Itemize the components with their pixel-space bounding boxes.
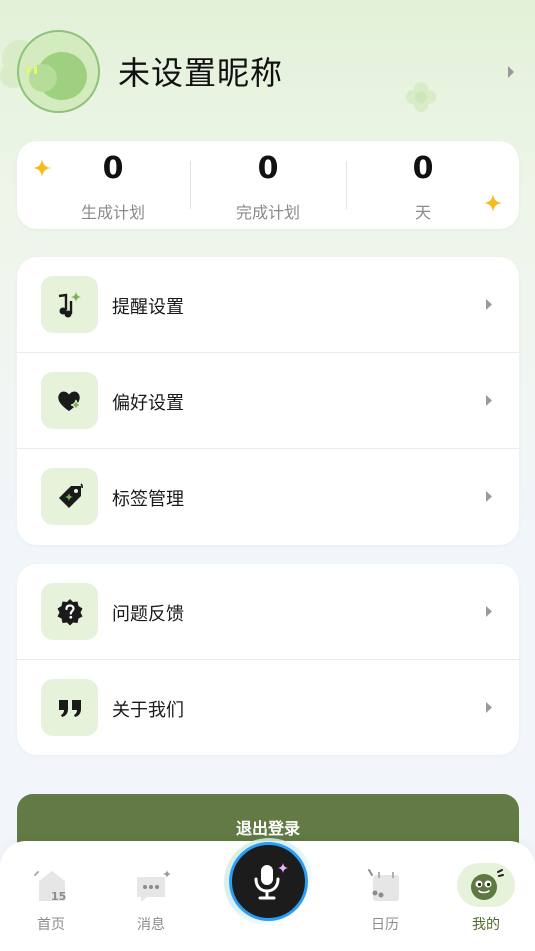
tab-label: 消息 (137, 917, 165, 933)
tab-calendar[interactable]: 日历 (345, 841, 425, 951)
stats-card: 0 生成计划 0 完成计划 0 天 (17, 141, 519, 229)
avatar[interactable] (17, 30, 100, 113)
menu-item-preference-settings[interactable]: 偏好设置 (17, 353, 519, 449)
tab-messages[interactable]: 消息 (111, 841, 191, 951)
tab-label: 日历 (371, 917, 399, 933)
support-card: 问题反馈 关于我们 (17, 564, 519, 755)
profile-header[interactable]: 未设置昵称 (0, 0, 535, 135)
stat-label: 完成计划 (235, 203, 300, 222)
stat-value: 0 (257, 151, 279, 186)
stat-value: 0 (102, 151, 124, 186)
chevron-right-icon (486, 395, 492, 406)
home-badge-number: 15 (51, 890, 66, 903)
chevron-right-icon (486, 606, 492, 617)
menu-item-tag-management[interactable]: 标签管理 (17, 449, 519, 545)
stat-completed-plans: 0 完成计划 (190, 141, 346, 229)
flower-decor-icon (406, 82, 436, 112)
stat-generated-plans: 0 生成计划 (35, 141, 191, 229)
menu-item-about-us[interactable]: 关于我们 (17, 660, 519, 755)
tab-label: 我的 (472, 917, 500, 933)
nickname[interactable]: 未设置昵称 (118, 48, 283, 94)
stat-label: 生成计划 (80, 203, 145, 222)
tag-icon (58, 482, 83, 508)
heart-sparkle-icon (57, 391, 81, 411)
tab-label: 首页 (37, 917, 65, 933)
calendar-icon (368, 869, 399, 901)
icon-box (41, 679, 98, 736)
stat-days: 0 天 (345, 141, 501, 229)
quote-icon (58, 699, 81, 717)
question-badge-icon (57, 598, 82, 625)
chevron-right-icon[interactable] (506, 65, 516, 79)
music-note-sparkle-icon (58, 291, 81, 317)
profile-face-icon (471, 869, 504, 900)
chat-bubble-icon (137, 870, 171, 902)
icon-box (41, 468, 98, 525)
menu-item-label: 关于我们 (112, 700, 184, 721)
icon-box (41, 372, 98, 429)
settings-card: 提醒设置 偏好设置 标签管理 (17, 257, 519, 545)
menu-item-label: 偏好设置 (112, 393, 184, 414)
chevron-right-icon (486, 491, 492, 502)
stat-value: 0 (412, 151, 434, 186)
microphone-icon (254, 862, 288, 899)
voice-input-button[interactable] (229, 842, 308, 921)
icon-box (41, 583, 98, 640)
menu-item-label: 问题反馈 (112, 604, 184, 625)
menu-item-label: 提醒设置 (112, 297, 184, 318)
menu-item-label: 标签管理 (112, 489, 184, 510)
chevron-right-icon (486, 702, 492, 713)
tab-home[interactable]: 15 首页 (11, 841, 91, 951)
home-calendar-icon: 15 (34, 871, 66, 903)
chevron-right-icon (486, 299, 492, 310)
menu-item-feedback[interactable]: 问题反馈 (17, 564, 519, 660)
menu-item-reminder-settings[interactable]: 提醒设置 (17, 257, 519, 353)
icon-box (41, 276, 98, 333)
stat-label: 天 (414, 203, 431, 222)
